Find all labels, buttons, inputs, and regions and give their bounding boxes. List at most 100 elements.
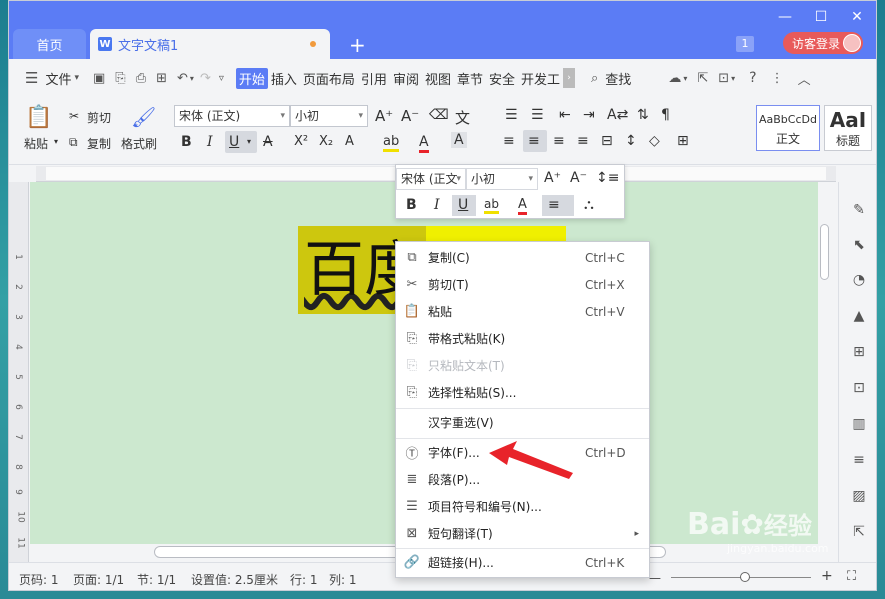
numbering-icon[interactable]: ☰ [531,107,544,123]
ctx-cut[interactable]: ✂ 剪切(T) Ctrl+X [396,271,649,298]
undo-dropdown-icon[interactable]: ▾ [190,74,194,83]
ctx-paste-with-format[interactable]: ⎘ 带格式粘贴(K) [396,325,649,352]
ctx-paste-special[interactable]: ⎘ 选择性粘贴(S)... [396,379,649,406]
cut-icon[interactable]: ✂ [69,109,79,123]
align-left-icon[interactable]: ≡ [503,133,515,149]
justify-icon[interactable]: ≡ [577,133,589,149]
hamburger-icon[interactable]: ☰ [25,69,38,87]
menu-scroll-right-icon[interactable]: › [563,68,576,88]
format-painter-icon[interactable]: 🖌 [131,105,156,129]
style-normal[interactable]: AaBbCcDd 正文 [756,105,820,151]
paste-icon[interactable]: 📋 [25,105,52,130]
vertical-scrollbar[interactable] [818,182,830,544]
mini-font-color-icon[interactable]: A [518,197,527,215]
search-button[interactable]: 查找 [602,69,634,88]
font-color-icon[interactable]: A [419,134,429,153]
char-shading-icon[interactable]: A [451,132,467,148]
menu-item-view[interactable]: 视图 [422,69,454,88]
line-spacing-icon[interactable]: ↕ [625,133,637,149]
shrink-font-icon[interactable]: A⁻ [401,107,419,125]
menu-item-start[interactable]: 开始 [235,67,268,89]
style-icon[interactable]: ▲ [851,308,867,324]
mini-highlight-icon[interactable]: ab [484,197,499,214]
print-preview-icon[interactable]: ⊞ [156,71,167,86]
menu-item-chapter[interactable]: 章节 [454,69,486,88]
minimize-button[interactable]: — [778,9,792,25]
font-name-select[interactable]: 宋体 (正文) ▾ [174,105,290,127]
window-count-badge[interactable]: 1 [736,36,754,52]
file-menu[interactable]: 文件 [42,69,74,88]
sort-icon[interactable]: ⇅ [637,107,649,123]
chevron-down-icon[interactable]: ▾ [74,73,79,83]
decrease-indent-icon[interactable]: ⇤ [559,107,571,123]
mini-font-name-select[interactable]: 宋体 (正文 ▾ [396,168,466,190]
ctx-copy[interactable]: ⧉ 复制(C) Ctrl+C [396,244,649,271]
zoom-slider[interactable] [740,572,750,582]
menu-item-insert[interactable]: 插入 [268,69,300,88]
export-icon[interactable]: ⎘ [115,71,125,86]
select-icon[interactable]: ⬉ [851,237,867,253]
chart-icon[interactable]: ▥ [851,416,867,432]
mini-grow-font-icon[interactable]: A⁺ [544,170,561,186]
menu-item-layout[interactable]: 页面布局 [300,69,358,88]
mini-line-spacing-icon[interactable]: ↕≡ [596,170,619,186]
underline-icon[interactable]: U [229,134,239,150]
menu-item-reference[interactable]: 引用 [358,69,390,88]
tab-home[interactable]: 首页 [13,29,86,59]
ctx-bullets-numbering[interactable]: ☰ 项目符号和编号(N)... [396,493,649,520]
mini-shrink-font-icon[interactable]: A⁻ [570,170,587,186]
menu-item-developer[interactable]: 开发工 [518,69,563,88]
vertical-ruler[interactable]: 1 2 3 4 5 6 7 8 9 10 11 [9,182,29,562]
copy-icon[interactable]: ⧉ [69,135,78,150]
menu-item-review[interactable]: 审阅 [390,69,422,88]
collaborate-icon[interactable]: ⊡ [718,71,729,86]
align-center-icon[interactable]: ≡ [528,133,540,149]
maximize-button[interactable]: ☐ [814,9,828,25]
bold-icon[interactable]: B [181,134,192,150]
grow-font-icon[interactable]: A⁺ [375,107,393,125]
tab-document[interactable]: W 文字文稿1 [90,29,330,59]
copy-button[interactable]: 复制 [87,135,111,152]
undo-icon[interactable]: ↶ [177,71,188,86]
fullscreen-icon[interactable]: ⛶ [847,569,856,584]
guest-login-button[interactable]: 访客登录 [783,32,863,54]
apps-icon[interactable]: ⊡ [851,380,867,396]
edit-icon[interactable]: ✎ [851,202,867,218]
cloud-dropdown-icon[interactable]: ▾ [683,74,687,83]
cut-button[interactable]: 剪切 [87,109,111,126]
zoom-in-icon[interactable]: + [821,568,833,584]
text-effect-icon[interactable]: A [345,134,354,149]
mini-font-size-select[interactable]: 小初 ▾ [466,168,538,190]
distribute-icon[interactable]: ⊟ [601,133,613,149]
cloud-icon[interactable]: ☁ [668,71,681,86]
border-icon[interactable]: ⊞ [677,133,689,149]
shading-icon[interactable]: ◇ [649,133,660,149]
ctx-hyperlink[interactable]: 🔗 超链接(H)... Ctrl+K [396,549,649,576]
ctx-paste[interactable]: 📋 粘贴 Ctrl+V [396,298,649,325]
picture-icon[interactable]: ▨ [851,488,867,504]
increase-indent-icon[interactable]: ⇥ [583,107,595,123]
format-painter-button[interactable]: 格式刷 [121,135,157,152]
italic-icon[interactable]: I [207,134,213,150]
search-icon[interactable]: ⌕ [591,71,598,86]
ctx-reselect-hanzi[interactable]: 汉字重选(V) [396,409,649,436]
menu-item-security[interactable]: 安全 [486,69,518,88]
print-icon[interactable]: ⎙ [136,71,146,86]
zoom-out-icon[interactable]: — [649,571,661,585]
clear-format-icon[interactable]: ⌫ [429,107,449,123]
close-button[interactable]: ✕ [850,9,864,25]
align-right-icon[interactable]: ≡ [553,133,565,149]
paste-dropdown-icon[interactable]: ▾ [54,137,58,146]
mini-underline-icon[interactable]: U [458,197,468,213]
pinyin-guide-icon[interactable]: 文 [455,107,470,128]
strikethrough-icon[interactable]: A [263,134,273,150]
paste-button[interactable]: 粘贴 [24,135,48,152]
table-icon[interactable]: ⊞ [851,344,867,360]
settings-icon[interactable]: ≡ [851,452,867,468]
underline-dropdown-icon[interactable]: ▾ [247,137,251,146]
chinese-layout-icon[interactable]: A⇄ [607,107,628,123]
help-icon[interactable]: ? [749,70,756,86]
bullets-icon[interactable]: ☰ [505,107,518,123]
font-size-select[interactable]: 小初 ▾ [290,105,368,127]
ctx-translate[interactable]: ⊠ 短句翻译(T) ▸ [396,520,649,547]
